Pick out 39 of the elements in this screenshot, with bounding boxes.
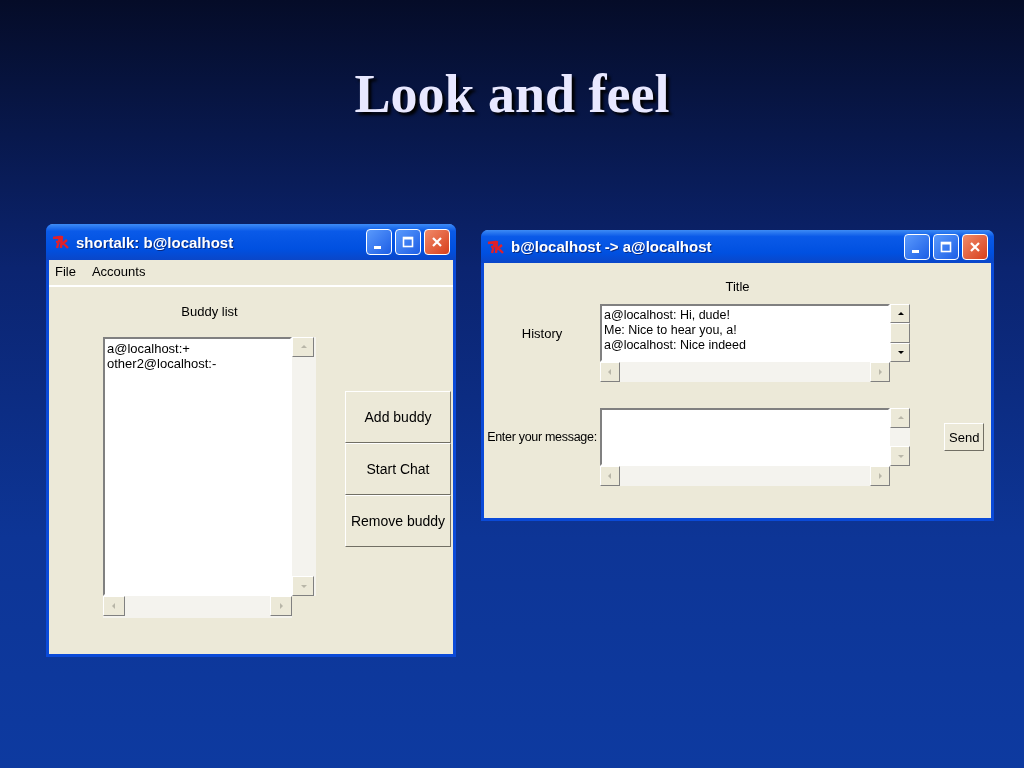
text-line: a@localhost: Hi, dude!: [604, 308, 731, 323]
maximize-icon: [940, 240, 952, 253]
label: Enter your message:: [486, 430, 598, 446]
label: History: [520, 325, 564, 343]
scroll-up-button[interactable]: [890, 304, 910, 324]
action-button[interactable]: Start Chat: [345, 443, 451, 495]
label: Title: [724, 279, 751, 294]
minimize-button[interactable]: [904, 233, 930, 260]
text-line: a@localhost: Nice indeed: [604, 338, 747, 353]
maximize-button[interactable]: [933, 233, 959, 260]
minimize-button[interactable]: [366, 229, 392, 255]
label: Buddy list: [180, 304, 239, 319]
vertical-scrollbar[interactable]: [890, 304, 910, 362]
close-button[interactable]: [424, 229, 450, 255]
close-button[interactable]: [962, 233, 988, 260]
menu-item[interactable]: File: [55, 264, 76, 281]
maximize-button[interactable]: [395, 229, 421, 255]
maximize-icon: [402, 236, 414, 248]
text-line: Me: Nice to hear you, a!: [604, 323, 738, 338]
action-button[interactable]: Add buddy: [345, 391, 451, 443]
app-icon: [52, 235, 70, 249]
send-button[interactable]: Send: [944, 423, 985, 451]
window-title: shortalk: b@localhost: [76, 233, 234, 251]
app-icon: [487, 239, 505, 254]
menu-item[interactable]: Accounts: [91, 264, 146, 281]
history-text-area[interactable]: a@localhost: Hi, dude! Me: Nice to hear you, a! a@localhost: Nice indeed: [600, 304, 890, 362]
scroll-down-button[interactable]: [890, 342, 910, 362]
close-icon: [969, 240, 981, 253]
message-input-field[interactable]: [600, 408, 890, 466]
action-button[interactable]: Remove buddy: [345, 495, 451, 547]
buddy-list[interactable]: a@localhost:+ other2@localhost:-: [103, 337, 292, 596]
text-line: a@localhost:+: [107, 341, 191, 356]
minimize-icon: [373, 245, 381, 249]
text-line: other2@localhost:-: [107, 356, 218, 371]
close-icon: [431, 236, 443, 248]
slide-title: Look and feel: [353, 63, 671, 126]
window-title: b@localhost -> a@localhost: [511, 238, 712, 255]
scroll-thumb[interactable]: [890, 323, 910, 343]
minimize-icon: [911, 250, 919, 253]
